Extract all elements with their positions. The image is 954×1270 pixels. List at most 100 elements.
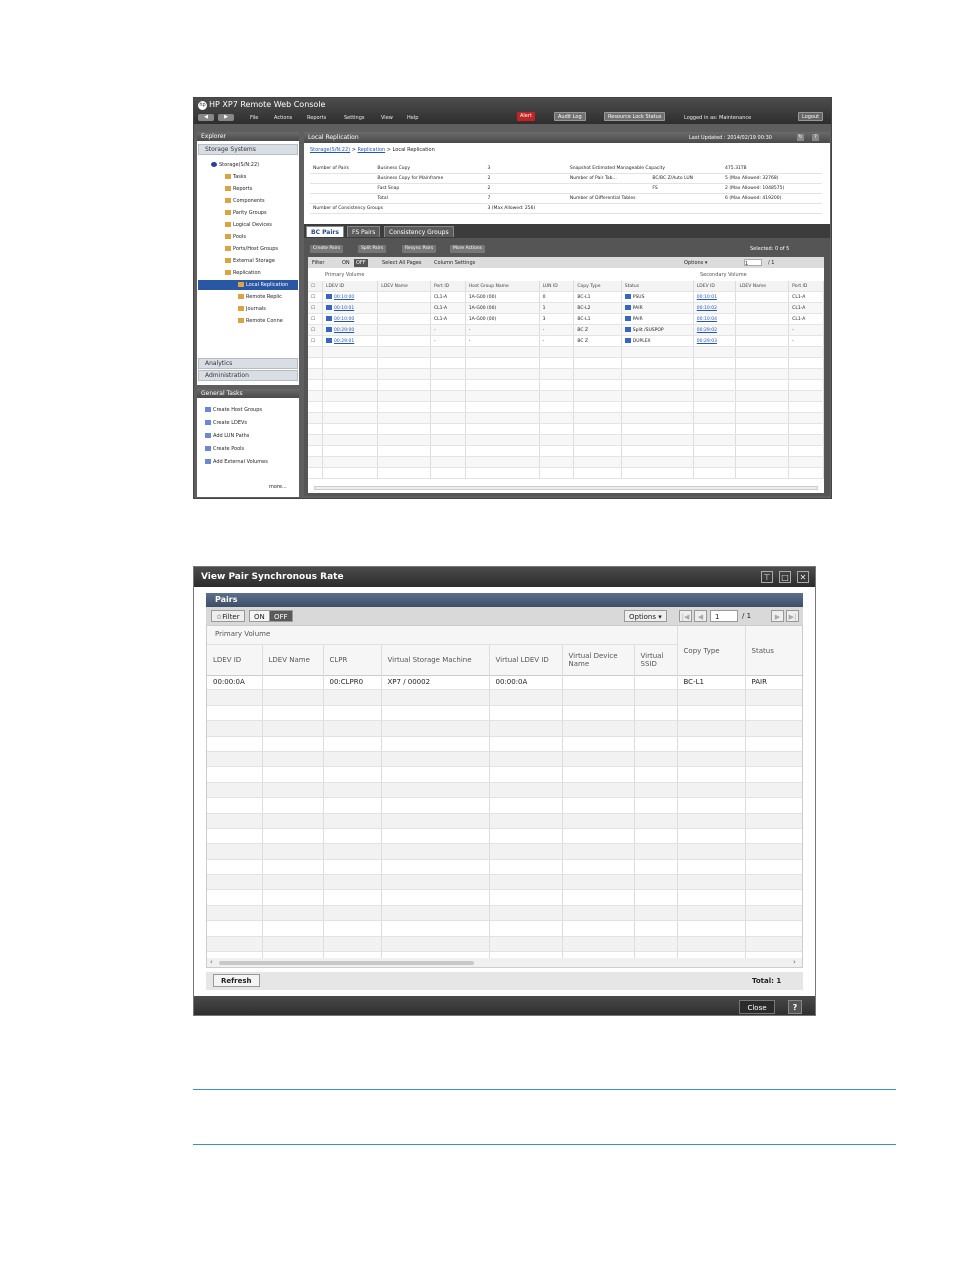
row-checkbox[interactable]: ☐: [308, 324, 323, 336]
scroll-right-icon[interactable]: ›: [793, 958, 796, 967]
column-status[interactable]: Status: [745, 626, 802, 676]
options-dropdown[interactable]: Options ▾: [624, 610, 667, 622]
logout-button[interactable]: Logout: [798, 112, 824, 121]
column-header[interactable]: Host Group Name: [465, 281, 540, 292]
ldev-id-link[interactable]: 00:10:00: [334, 317, 354, 322]
scrollbar-thumb[interactable]: [219, 961, 474, 965]
column-virtual-ldev-id[interactable]: Virtual LDEV ID: [489, 645, 563, 677]
select-all-pages-button[interactable]: Select All Pages: [382, 259, 422, 267]
ldev-id-link[interactable]: 00:29:02: [697, 328, 717, 333]
filter-off[interactable]: OFF: [354, 259, 368, 267]
table-row[interactable]: ☐ 00:29:01- - - BC Z DUPLEX 00:29:03-: [308, 335, 824, 347]
filter-toggle[interactable]: Filter: [312, 259, 324, 267]
last-page-icon[interactable]: ▶|: [786, 610, 799, 622]
table-row[interactable]: ☐ 00:10:00 CL1-A 1A-G00 (00) 3 BC-L1 PAIR 00:10…: [308, 313, 824, 325]
ldev-id-link[interactable]: 00:29:03: [697, 339, 717, 344]
scroll-left-icon[interactable]: ‹: [210, 958, 213, 967]
filter-on-toggle[interactable]: ON: [249, 610, 270, 622]
analytics-tab[interactable]: Analytics: [198, 358, 298, 369]
breadcrumb-replication[interactable]: Replication: [358, 147, 386, 153]
task-add-lun-paths[interactable]: Add LUN Paths: [205, 433, 249, 440]
column-header[interactable]: Port ID: [788, 281, 824, 292]
resource-lock-button[interactable]: Resource Lock Status: [604, 112, 666, 121]
row-checkbox[interactable]: ☐: [308, 335, 323, 347]
menu-reports[interactable]: Reports: [307, 114, 326, 122]
storage-systems-tab[interactable]: Storage Systems: [198, 144, 298, 155]
filter-on[interactable]: ON: [342, 259, 350, 267]
table-row[interactable]: ☐ 00:10:01 CL1-A 1A-G00 (00) 1 BC-L2 PAIR 00:10…: [308, 302, 824, 314]
ldev-id-link[interactable]: 00:29:00: [334, 328, 354, 333]
resync-pairs-button[interactable]: Resync Pairs: [402, 245, 437, 253]
ldev-id-link[interactable]: 00:10:00: [334, 295, 354, 300]
task-create-pools[interactable]: Create Pools: [205, 446, 244, 453]
tree-journals[interactable]: Journals: [238, 306, 266, 313]
column-header[interactable]: Copy Type: [573, 281, 622, 292]
ldev-id-link[interactable]: 00:29:01: [334, 339, 354, 344]
tree-pools[interactable]: Pools: [225, 234, 246, 241]
tree-tasks[interactable]: Tasks: [225, 174, 246, 181]
filter-off-toggle[interactable]: OFF: [269, 610, 293, 622]
horizontal-scrollbar[interactable]: ‹ ›: [207, 958, 802, 967]
refresh-icon[interactable]: ↻: [797, 134, 804, 141]
column-virtual-device-name[interactable]: Virtual Device Name: [562, 645, 635, 677]
filter-button[interactable]: ☆Filter: [211, 610, 245, 622]
row-checkbox[interactable]: ☐: [308, 291, 323, 303]
tree-components[interactable]: Components: [225, 198, 265, 205]
help-icon[interactable]: ?: [812, 134, 819, 141]
tree-local-replication[interactable]: Local Replication: [198, 280, 298, 290]
column-header[interactable]: LUN ID: [539, 281, 575, 292]
tree-reports[interactable]: Reports: [225, 186, 252, 193]
column-virtual-ssid[interactable]: Virtual SSID: [634, 645, 678, 677]
first-page-icon[interactable]: |◀: [679, 610, 692, 622]
page-input[interactable]: 1: [710, 610, 738, 622]
close-icon[interactable]: ✕: [797, 571, 809, 583]
table-row[interactable]: ☐ 00:10:00 CL1-A 1A-G00 (00) 0 BC-L1 PSUS 00:10…: [308, 291, 824, 303]
ldev-id-link[interactable]: 00:10:01: [334, 306, 354, 311]
menu-settings[interactable]: Settings: [344, 114, 365, 122]
page-input[interactable]: 1: [744, 259, 762, 267]
close-button[interactable]: Close: [739, 1000, 775, 1014]
column-virtual-storage-machine[interactable]: Virtual Storage Machine: [381, 645, 490, 677]
select-all-checkbox[interactable]: ☐: [308, 281, 323, 292]
task-create-host-groups[interactable]: Create Host Groups: [205, 407, 262, 414]
row-checkbox[interactable]: ☐: [308, 302, 323, 314]
column-header[interactable]: LDEV Name: [735, 281, 790, 292]
column-settings-button[interactable]: Column Settings: [434, 259, 475, 267]
table-row[interactable]: ☐ 00:29:00- - - BC Z Split /SUSPOP 00:29:02-: [308, 324, 824, 336]
tree-ports-host-groups[interactable]: Ports/Host Groups: [225, 246, 278, 253]
task-create-ldevs[interactable]: Create LDEVs: [205, 420, 247, 427]
tree-remote-replication[interactable]: Remote Replic: [238, 294, 282, 301]
menu-view[interactable]: View: [381, 114, 393, 122]
horizontal-scrollbar[interactable]: [314, 486, 818, 490]
menu-file[interactable]: File: [250, 114, 258, 122]
ldev-id-link[interactable]: 00:10:02: [697, 306, 717, 311]
forward-button[interactable]: ▶: [218, 114, 234, 121]
administration-tab[interactable]: Administration: [198, 370, 298, 381]
options-dropdown[interactable]: Options ▾: [684, 259, 707, 267]
create-pairs-button[interactable]: Create Pairs: [310, 245, 344, 253]
refresh-button[interactable]: Refresh: [213, 974, 260, 987]
ldev-id-link[interactable]: 00:10:01: [697, 295, 717, 300]
more-actions-button[interactable]: More Actions: [450, 245, 486, 253]
split-pairs-button[interactable]: Split Pairs: [358, 245, 387, 253]
next-page-icon[interactable]: ▶: [771, 610, 784, 622]
more-link[interactable]: more...: [269, 484, 287, 491]
column-header[interactable]: Status: [621, 281, 694, 292]
row-checkbox[interactable]: ☐: [308, 313, 323, 325]
menu-help[interactable]: Help: [407, 114, 418, 122]
column-header[interactable]: Port ID: [430, 281, 466, 292]
column-header[interactable]: LDEV ID: [322, 281, 379, 292]
tree-replication[interactable]: Replication: [225, 270, 261, 277]
maximize-icon[interactable]: □: [779, 571, 791, 583]
tab-fs-pairs[interactable]: FS Pairs: [347, 226, 381, 237]
prev-page-icon[interactable]: ◀: [694, 610, 707, 622]
column-header[interactable]: LDEV ID: [693, 281, 737, 292]
task-add-external-volumes[interactable]: Add External Volumes: [205, 459, 268, 466]
back-button[interactable]: ◀: [198, 114, 214, 121]
column-copy-type[interactable]: Copy Type: [676, 626, 746, 676]
ldev-id-link[interactable]: 00:10:04: [697, 317, 717, 322]
tree-storage[interactable]: Storage(S/N:22): [211, 162, 259, 169]
column-ldev-id[interactable]: LDEV ID: [207, 645, 263, 677]
column-clpr[interactable]: CLPR: [323, 645, 382, 677]
menu-actions[interactable]: Actions: [274, 114, 292, 122]
